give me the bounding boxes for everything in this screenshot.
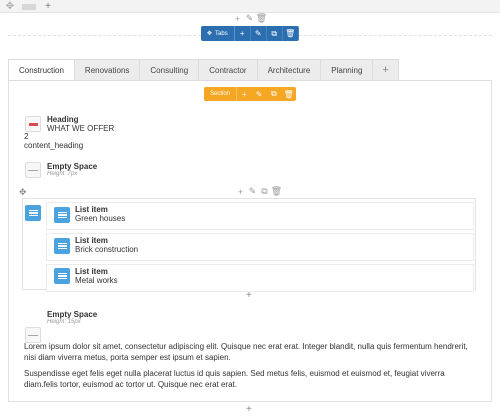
heading-element-title[interactable]: Heading bbox=[47, 115, 79, 124]
edit-section-button[interactable]: ✎ bbox=[252, 87, 267, 101]
list-item-text: Brick construction bbox=[75, 245, 139, 254]
delete-list-icon[interactable]: 🗑 bbox=[271, 186, 282, 196]
list-item-title: List item bbox=[75, 236, 108, 245]
list-item-icon bbox=[54, 207, 70, 223]
edit-tabs-button[interactable]: ✎ bbox=[251, 26, 267, 41]
add-element-button[interactable]: + bbox=[246, 290, 252, 301]
list-move-icon[interactable]: ✥ bbox=[19, 187, 27, 198]
section-label[interactable]: Section bbox=[204, 87, 238, 101]
delete-tabs-button[interactable]: 🗑 bbox=[283, 26, 299, 41]
tab-bar: Construction Renovations Consulting Cont… bbox=[8, 59, 399, 81]
list-item-title: List item bbox=[75, 205, 108, 214]
copy-list-icon[interactable]: ⧉ bbox=[260, 186, 269, 196]
drag-handle-icon[interactable]: ✥ bbox=[2, 1, 18, 12]
edit-row-icon[interactable]: ✎ bbox=[245, 13, 254, 23]
tab-construction[interactable]: Construction bbox=[8, 59, 75, 81]
heading-icon bbox=[25, 116, 41, 132]
list-item-text: Green houses bbox=[75, 214, 126, 223]
copy-section-button[interactable]: ⧉ bbox=[267, 87, 282, 101]
heading-element-class: content_heading bbox=[24, 141, 84, 150]
delete-row-icon[interactable]: 🗑 bbox=[256, 13, 267, 23]
add-row-bottom-button[interactable]: + bbox=[246, 404, 252, 415]
tabs-label: Tabs bbox=[215, 30, 228, 37]
list-item-icon bbox=[54, 238, 70, 254]
list-item-icon bbox=[54, 268, 70, 284]
tab-contractor[interactable]: Contractor bbox=[199, 59, 258, 81]
row-layout-button[interactable] bbox=[19, 1, 39, 12]
copy-tabs-button[interactable]: ⧉ bbox=[267, 26, 283, 41]
add-element-icon[interactable]: + bbox=[233, 14, 242, 24]
empty-space-height: Height: 7px bbox=[47, 171, 78, 177]
tab-consulting[interactable]: Consulting bbox=[140, 59, 200, 81]
add-row-button[interactable]: + bbox=[40, 1, 56, 12]
move-icon: ✥ bbox=[207, 31, 213, 37]
empty-space-icon bbox=[25, 162, 41, 178]
add-section-element-button[interactable]: + bbox=[237, 87, 252, 101]
empty-space-title[interactable]: Empty Space bbox=[47, 162, 97, 171]
list-item-title: List item bbox=[75, 267, 108, 276]
edit-list-icon[interactable]: ✎ bbox=[248, 186, 257, 196]
delete-section-button[interactable]: 🗑 bbox=[281, 87, 296, 101]
add-list-item-icon[interactable]: + bbox=[236, 187, 245, 197]
add-tab-button[interactable]: + bbox=[373, 59, 399, 81]
text-block-paragraph[interactable]: Suspendisse eget felis eget nulla placer… bbox=[24, 368, 480, 390]
list-controls: + ✎ ⧉ 🗑 bbox=[236, 186, 282, 197]
tab-planning[interactable]: Planning bbox=[321, 59, 374, 81]
list-icon bbox=[25, 205, 41, 221]
row-layout-icon bbox=[22, 3, 36, 10]
tabs-element-label[interactable]: ✥ Tabs bbox=[201, 26, 235, 41]
empty-space-title[interactable]: Empty Space bbox=[47, 310, 97, 319]
heading-element-level: 2 bbox=[24, 132, 29, 141]
section-controls: Section + ✎ ⧉ 🗑 bbox=[204, 87, 296, 101]
list-item-text: Metal works bbox=[75, 276, 118, 285]
empty-space-height: Height: 15px bbox=[47, 319, 81, 325]
tabs-element-controls: ✥ Tabs + ✎ ⧉ 🗑 bbox=[201, 26, 299, 41]
add-tab-element-button[interactable]: + bbox=[235, 26, 251, 41]
tab-architecture[interactable]: Architecture bbox=[257, 59, 322, 81]
top-toolbar bbox=[0, 0, 500, 13]
heading-element-text: WHAT WE OFFER bbox=[47, 124, 115, 133]
text-block-paragraph[interactable]: Lorem ipsum dolor sit amet, consectetur … bbox=[24, 341, 480, 363]
row-controls: + ✎ 🗑 bbox=[233, 13, 267, 24]
tab-renovations[interactable]: Renovations bbox=[74, 59, 141, 81]
